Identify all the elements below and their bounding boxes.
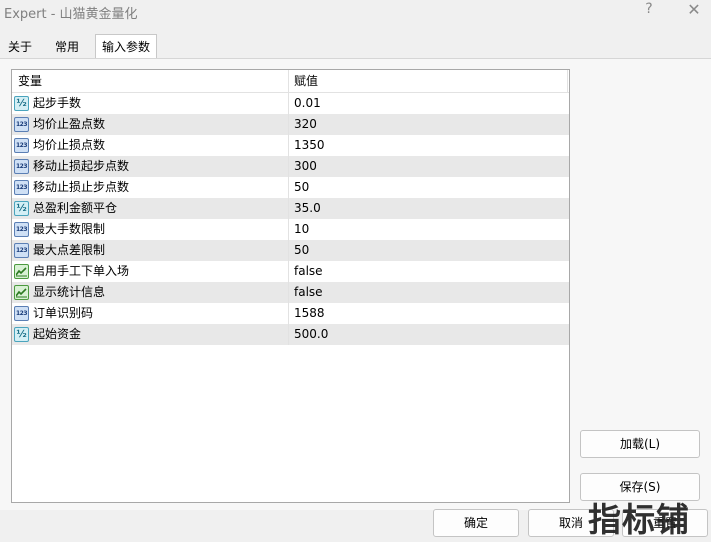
- cell-divider: [288, 261, 289, 282]
- double-type-icon: [14, 96, 29, 111]
- parameter-value[interactable]: 1588: [294, 303, 325, 324]
- parameter-value[interactable]: 1350: [294, 135, 325, 156]
- tab-bar: 关于 常用 输入参数: [0, 34, 711, 58]
- bool-type-icon: [14, 285, 29, 300]
- cell-divider: [288, 93, 289, 114]
- grid-rows: 起步手数0.01均价止盈点数320均价止损点数1350移动止损起步点数300移动…: [12, 93, 569, 345]
- parameter-row[interactable]: 移动止损起步点数 300: [12, 156, 569, 177]
- parameter-name: 最大点差限制: [33, 243, 106, 257]
- parameter-name: 订单识别码: [33, 306, 94, 320]
- column-header-value[interactable]: 赋值: [294, 70, 318, 92]
- parameter-row[interactable]: 最大手数限制 10: [12, 219, 569, 240]
- parameter-value[interactable]: 50: [294, 177, 309, 198]
- cell-divider: [288, 282, 289, 303]
- help-button[interactable]: ?: [641, 1, 657, 21]
- parameter-row[interactable]: 起始资金 500.0: [12, 324, 569, 345]
- parameter-row[interactable]: 订单识别码 1588: [12, 303, 569, 324]
- parameter-value[interactable]: false: [294, 282, 323, 303]
- parameter-value[interactable]: 10: [294, 219, 309, 240]
- parameter-row[interactable]: 均价止盈点数 320: [12, 114, 569, 135]
- parameter-row[interactable]: 最大点差限制 50: [12, 240, 569, 261]
- column-header-variable[interactable]: 变量: [18, 70, 42, 92]
- double-type-icon: [14, 327, 29, 342]
- close-button[interactable]: ✕: [685, 0, 703, 22]
- parameter-value[interactable]: 500.0: [294, 324, 328, 345]
- cell-divider: [288, 303, 289, 324]
- parameter-name: 均价止损点数: [33, 138, 106, 152]
- double-type-icon: [14, 201, 29, 216]
- parameter-name: 显示统计信息: [33, 285, 106, 299]
- int-type-icon: [14, 159, 29, 174]
- tab-about[interactable]: 关于: [2, 36, 38, 58]
- grid-header: 变量 赋值: [12, 70, 569, 93]
- int-type-icon: [14, 306, 29, 321]
- cell-divider: [288, 135, 289, 156]
- parameter-value[interactable]: 50: [294, 240, 309, 261]
- int-type-icon: [14, 180, 29, 195]
- int-type-icon: [14, 222, 29, 237]
- tab-inputs[interactable]: 输入参数: [95, 34, 158, 58]
- parameter-name: 移动止损起步点数: [33, 159, 130, 173]
- parameter-value[interactable]: 0.01: [294, 93, 321, 114]
- parameter-value[interactable]: false: [294, 261, 323, 282]
- cell-divider: [288, 324, 289, 345]
- parameter-row[interactable]: 均价止损点数 1350: [12, 135, 569, 156]
- watermark-logo: 指标铺: [588, 500, 690, 539]
- int-type-icon: [14, 138, 29, 153]
- window-title: Expert - 山猫黄金量化: [4, 7, 138, 22]
- int-type-icon: [14, 117, 29, 132]
- tab-common[interactable]: 常用: [49, 36, 85, 58]
- column-divider[interactable]: [567, 70, 568, 92]
- cell-divider: [288, 219, 289, 240]
- title-bar: Expert - 山猫黄金量化 ? ✕: [0, 0, 711, 26]
- parameter-row[interactable]: 总盈利金额平仓 35.0: [12, 198, 569, 219]
- int-type-icon: [14, 243, 29, 258]
- parameter-value[interactable]: 300: [294, 156, 317, 177]
- parameter-row[interactable]: 起步手数 0.01: [12, 93, 569, 114]
- parameter-name: 最大手数限制: [33, 222, 106, 236]
- bool-type-icon: [14, 264, 29, 279]
- cell-divider: [288, 198, 289, 219]
- cell-divider: [288, 156, 289, 177]
- parameter-name: 均价止盈点数: [33, 117, 106, 131]
- cell-divider: [288, 177, 289, 198]
- parameter-row[interactable]: 启用手工下单入场 false: [12, 261, 569, 282]
- parameter-name: 移动止损止步点数: [33, 180, 130, 194]
- parameter-value[interactable]: 320: [294, 114, 317, 135]
- parameter-value[interactable]: 35.0: [294, 198, 321, 219]
- cell-divider: [288, 240, 289, 261]
- ok-button[interactable]: 确定: [433, 509, 519, 537]
- load-button[interactable]: 加载(L): [580, 430, 700, 458]
- parameter-name: 总盈利金额平仓: [33, 201, 118, 215]
- parameter-name: 起步手数: [33, 96, 82, 110]
- parameter-name: 起始资金: [33, 327, 82, 341]
- parameter-name: 启用手工下单入场: [33, 264, 130, 278]
- parameter-row[interactable]: 移动止损止步点数 50: [12, 177, 569, 198]
- cell-divider: [288, 114, 289, 135]
- parameters-grid: 变量 赋值 起步手数0.01均价止盈点数320均价止损点数1350移动止损起步点…: [11, 69, 570, 503]
- parameter-row[interactable]: 显示统计信息 false: [12, 282, 569, 303]
- column-divider[interactable]: [288, 70, 289, 92]
